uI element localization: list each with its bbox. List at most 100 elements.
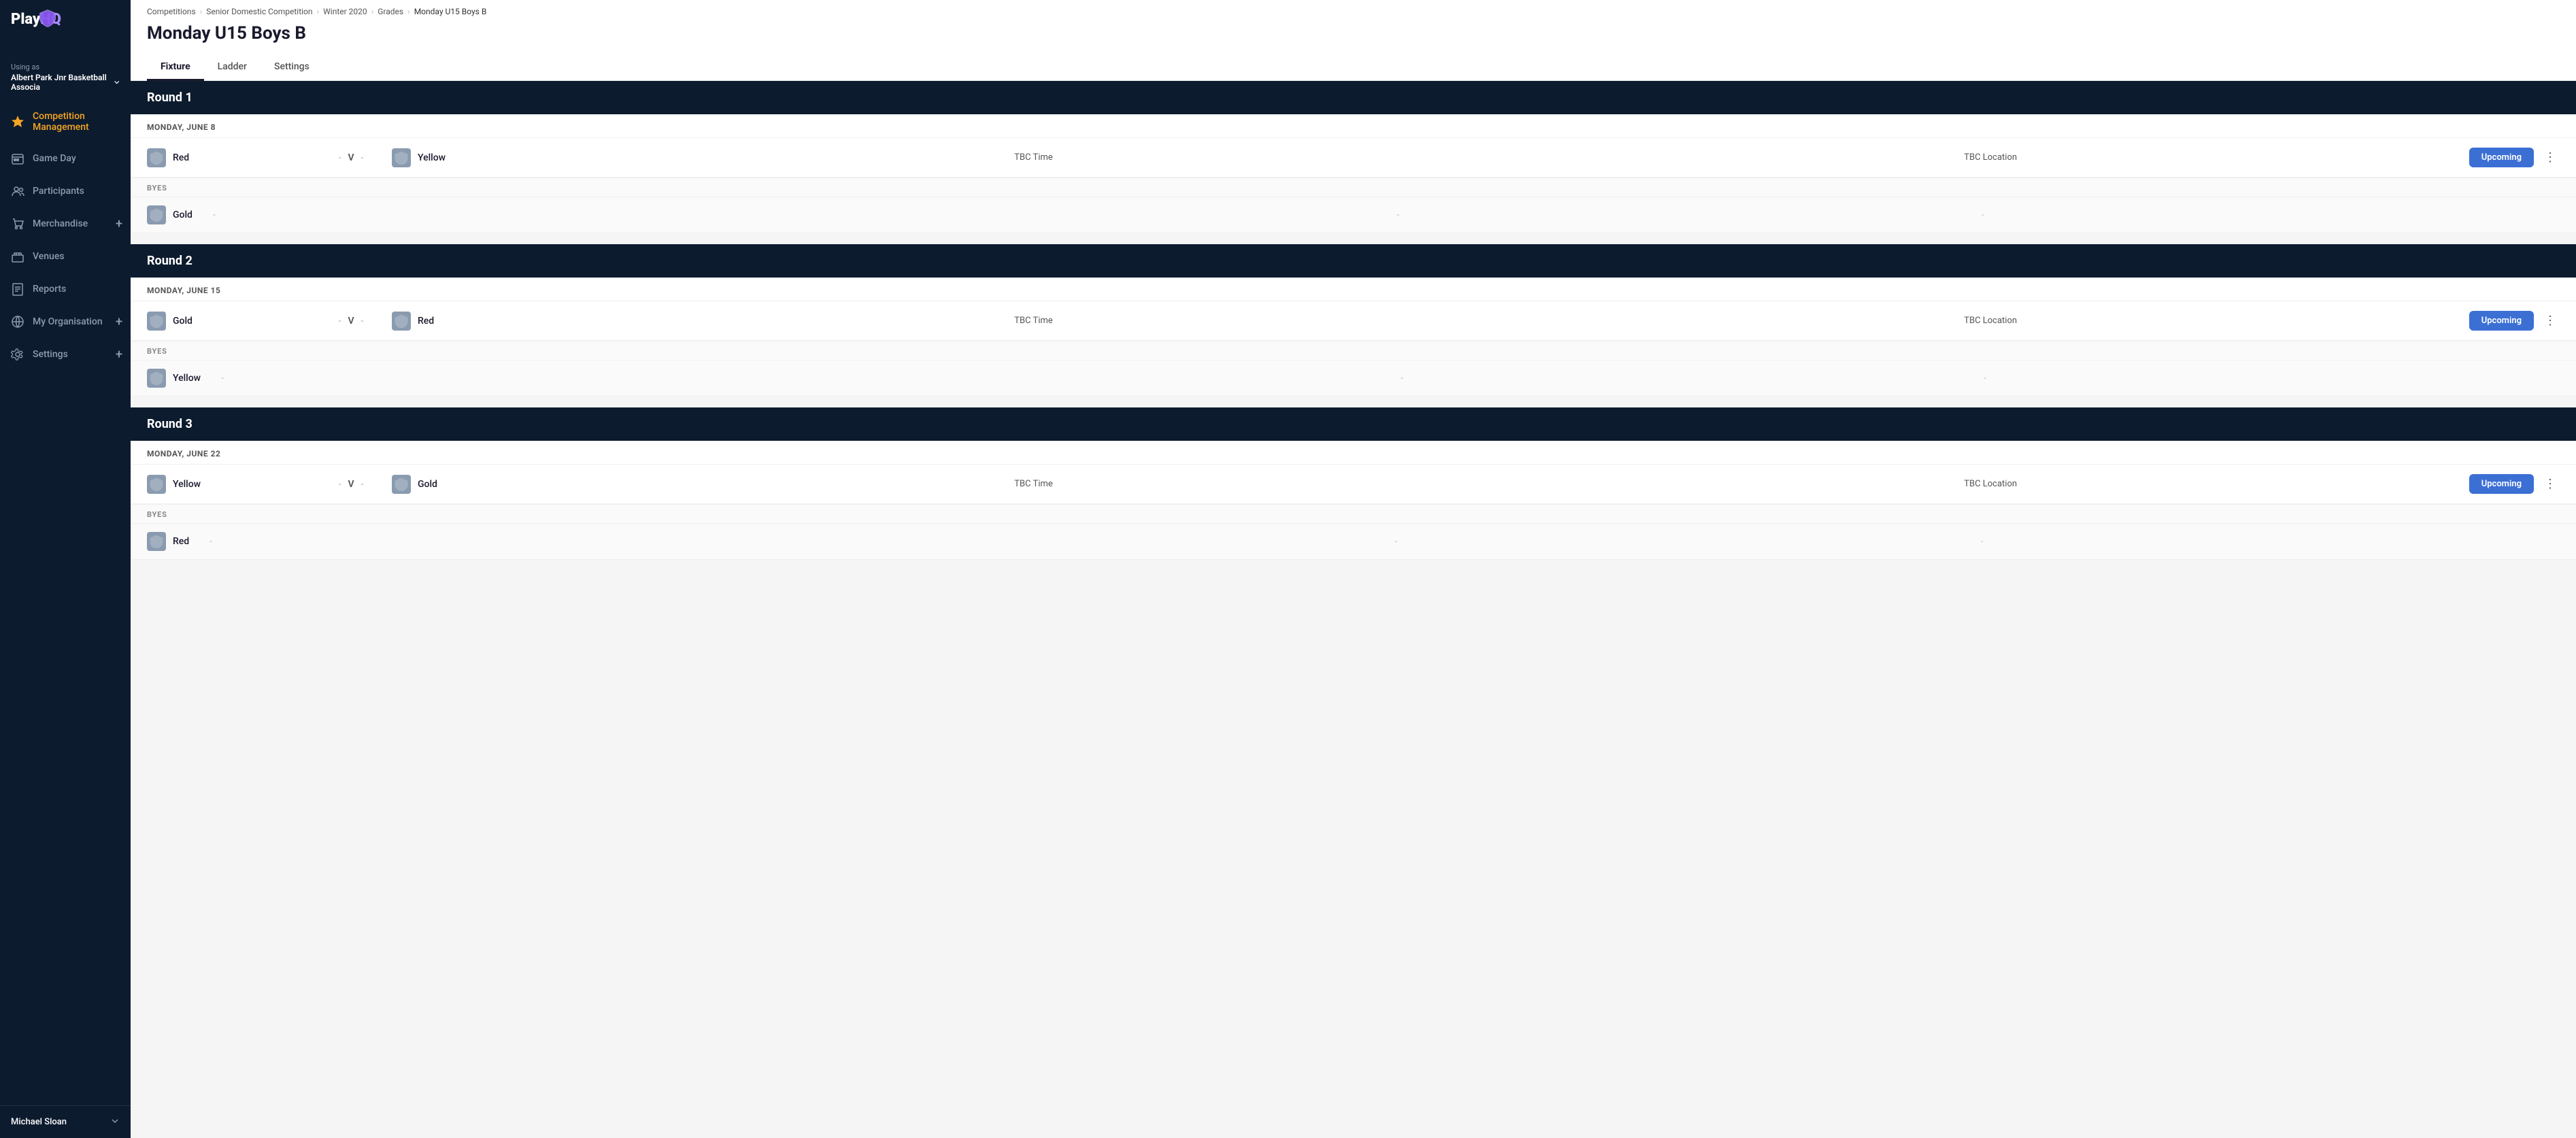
home-team: Red bbox=[147, 148, 310, 167]
bye-team-name: Gold bbox=[173, 210, 193, 220]
home-team: Yellow bbox=[147, 475, 310, 494]
sidebar-item-label: Reports bbox=[33, 284, 66, 295]
round-2-section: Round 2 MONDAY, JUNE 15 Gold - V - bbox=[131, 244, 2576, 397]
round-3-section: Round 3 MONDAY, JUNE 22 Yellow - V - bbox=[131, 407, 2576, 560]
sidebar-item-label: Venues bbox=[33, 251, 65, 262]
fixture-location: TBC Location bbox=[1512, 479, 2469, 489]
sidebar-item-my-organisation[interactable]: My Organisation + bbox=[0, 305, 131, 338]
breadcrumb-winter-2020[interactable]: Winter 2020 bbox=[323, 7, 367, 16]
fixture-menu-button[interactable]: ⋮ bbox=[2541, 312, 2560, 331]
sidebar-item-settings[interactable]: Settings + bbox=[0, 338, 131, 371]
home-team-shield bbox=[147, 148, 166, 167]
content-area: Round 1 MONDAY, JUNE 8 Red - V - bbox=[131, 81, 2576, 1138]
sidebar-item-label: My Organisation bbox=[33, 316, 103, 327]
byes-header: BYES bbox=[131, 504, 2576, 524]
breadcrumb-grades[interactable]: Grades bbox=[378, 7, 403, 16]
fixture-score: - V - bbox=[310, 152, 392, 163]
sidebar-item-competition-management[interactable]: Competition Management bbox=[0, 101, 131, 142]
away-team: Yellow bbox=[392, 148, 555, 167]
organisation-plus-icon: + bbox=[116, 315, 122, 329]
round-1-body: MONDAY, JUNE 8 Red - V - bbox=[131, 114, 2576, 233]
user-footer[interactable]: Michael Sloan bbox=[0, 1105, 131, 1138]
away-team: Gold bbox=[392, 475, 555, 494]
sidebar-item-merchandise[interactable]: Merchandise + bbox=[0, 207, 131, 240]
fixture-status: Upcoming ⋮ bbox=[2469, 474, 2560, 494]
trophy-icon bbox=[11, 115, 24, 129]
fixture-time: TBC Time bbox=[555, 316, 1512, 326]
tabs: Fixture Ladder Settings bbox=[147, 53, 2560, 80]
fixture-menu-button[interactable]: ⋮ bbox=[2541, 148, 2560, 167]
round-3-header: Round 3 bbox=[131, 407, 2576, 441]
status-badge: Upcoming bbox=[2469, 148, 2534, 167]
fixture-location: TBC Location bbox=[1512, 152, 2469, 163]
org-selector[interactable]: Albert Park Jnr Basketball Associa bbox=[11, 73, 120, 92]
org-name: Albert Park Jnr Basketball Associa bbox=[11, 73, 111, 92]
venues-icon bbox=[11, 250, 24, 263]
sidebar-item-venues[interactable]: Venues bbox=[0, 240, 131, 273]
byes-header: BYES bbox=[131, 341, 2576, 361]
playhq-logo: PlayHQ bbox=[11, 12, 52, 48]
sidebar-item-label: Merchandise bbox=[33, 218, 88, 229]
tab-ladder[interactable]: Ladder bbox=[204, 53, 261, 81]
bye-team-shield bbox=[147, 532, 166, 551]
table-row: Red - V - Yellow TBC Time TBC Locati bbox=[131, 138, 2576, 178]
using-as-section: Using as Albert Park Jnr Basketball Asso… bbox=[0, 57, 131, 101]
bye-row: Gold - - - bbox=[131, 197, 2576, 233]
merchandise-plus-icon: + bbox=[116, 217, 122, 231]
table-row: Yellow - V - Gold TBC Time TBC Locat bbox=[131, 465, 2576, 504]
round-separator bbox=[131, 397, 2576, 407]
settings-plus-icon: + bbox=[116, 348, 122, 362]
away-team-shield bbox=[392, 148, 411, 167]
away-team-name: Gold bbox=[418, 479, 437, 490]
fixture-status: Upcoming ⋮ bbox=[2469, 311, 2560, 331]
breadcrumb: Competitions › Senior Domestic Competiti… bbox=[147, 0, 2560, 19]
fixture-menu-button[interactable]: ⋮ bbox=[2541, 475, 2560, 494]
page-title: Monday U15 Boys B bbox=[147, 19, 2560, 53]
breadcrumb-senior-domestic[interactable]: Senior Domestic Competition bbox=[206, 7, 312, 16]
status-badge: Upcoming bbox=[2469, 311, 2534, 331]
sidebar-item-game-day[interactable]: Game Day bbox=[0, 142, 131, 175]
chevron-down-icon bbox=[114, 78, 120, 86]
fixture-time: TBC Time bbox=[555, 152, 1512, 163]
home-team-shield bbox=[147, 312, 166, 331]
bye-row: Yellow - - - bbox=[131, 361, 2576, 397]
round-separator bbox=[131, 233, 2576, 244]
breadcrumb-competitions[interactable]: Competitions bbox=[147, 7, 196, 16]
round-1-date: MONDAY, JUNE 8 bbox=[131, 114, 2576, 138]
bye-team-shield bbox=[147, 205, 166, 224]
sidebar-item-label: Participants bbox=[33, 186, 84, 197]
settings-icon bbox=[11, 348, 24, 361]
fixture-score: - V - bbox=[310, 479, 392, 490]
logo-shield-icon bbox=[38, 8, 57, 27]
bye-team-name: Yellow bbox=[173, 373, 201, 384]
topbar: Competitions › Senior Domestic Competiti… bbox=[131, 0, 2576, 81]
bye-team-name: Red bbox=[173, 536, 189, 547]
bye-row: Red - - - bbox=[131, 524, 2576, 560]
byes-header: BYES bbox=[131, 178, 2576, 197]
away-team: Red bbox=[392, 312, 555, 331]
sidebar-item-participants[interactable]: Participants bbox=[0, 175, 131, 207]
fixture-status: Upcoming ⋮ bbox=[2469, 148, 2560, 167]
round-2-body: MONDAY, JUNE 15 Gold - V - bbox=[131, 278, 2576, 397]
round-1-header: Round 1 bbox=[131, 81, 2576, 114]
round-2-date: MONDAY, JUNE 15 bbox=[131, 278, 2576, 301]
tab-fixture[interactable]: Fixture bbox=[147, 53, 204, 81]
sidebar-item-reports[interactable]: Reports bbox=[0, 273, 131, 305]
sidebar-item-label: Competition Management bbox=[33, 111, 120, 133]
reports-icon bbox=[11, 282, 24, 296]
sidebar: PlayHQ Using as Albert Park Jnr Basketba… bbox=[0, 0, 131, 1138]
tab-settings[interactable]: Settings bbox=[261, 53, 323, 81]
round-3-body: MONDAY, JUNE 22 Yellow - V - bbox=[131, 441, 2576, 560]
fixture-location: TBC Location bbox=[1512, 316, 2469, 326]
home-team: Gold bbox=[147, 312, 310, 331]
sidebar-nav: Competition Management Game Day Particip… bbox=[0, 101, 131, 1105]
sidebar-item-label: Settings bbox=[33, 349, 68, 360]
user-chevron-icon bbox=[110, 1116, 120, 1128]
round-1-section: Round 1 MONDAY, JUNE 8 Red - V - bbox=[131, 81, 2576, 233]
user-name: Michael Sloan bbox=[11, 1117, 67, 1127]
home-team-shield bbox=[147, 475, 166, 494]
home-team-name: Gold bbox=[173, 316, 193, 327]
round-3-date: MONDAY, JUNE 22 bbox=[131, 441, 2576, 465]
gameday-icon bbox=[11, 152, 24, 165]
sidebar-item-label: Game Day bbox=[33, 153, 76, 164]
